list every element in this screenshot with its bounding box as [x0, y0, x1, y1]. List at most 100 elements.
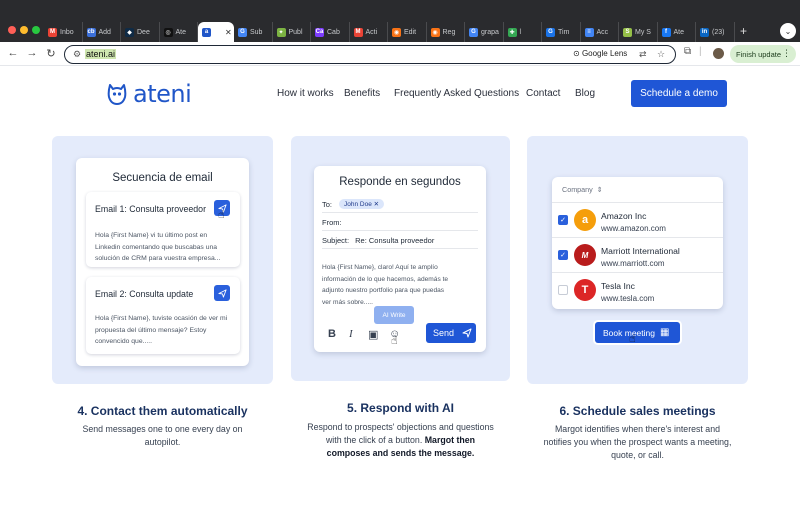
- company-website[interactable]: www.tesla.com: [601, 294, 654, 303]
- browser-tab[interactable]: ≡ Acc: [581, 22, 619, 42]
- row-checkbox-amazon[interactable]: ✓: [558, 215, 568, 225]
- company-row-tesla[interactable]: T Tesla Inc www.tesla.com: [552, 273, 723, 308]
- remove-recipient-icon[interactable]: ✕: [374, 201, 379, 208]
- url-text[interactable]: ateni.ai: [85, 49, 117, 59]
- step-6-description: Margot identifies when there's interest …: [543, 424, 732, 460]
- subject-field[interactable]: Subject: Re: Consulta proveedor: [322, 232, 478, 249]
- bold-icon[interactable]: B: [328, 328, 336, 340]
- send-button[interactable]: Send: [426, 323, 476, 343]
- browser-tab[interactable]: M Inbo: [44, 22, 83, 42]
- reply-body[interactable]: Hola {First Name}, claro! Aquí te amplío…: [322, 262, 452, 308]
- marriott-logo-icon: M: [574, 244, 596, 266]
- tab-search-button[interactable]: ⌄: [780, 23, 796, 39]
- browser-tab[interactable]: ✦ Publ: [273, 22, 311, 42]
- nav-blog[interactable]: Blog: [575, 88, 595, 99]
- browser-tab-label: Add: [98, 28, 111, 36]
- reload-button[interactable]: ↻: [44, 46, 58, 60]
- address-bar[interactable]: ⚙ ateni.ai ⊙ Google Lens ⇄ ☆: [64, 45, 676, 64]
- company-website[interactable]: www.amazon.com: [601, 224, 666, 233]
- browser-tab[interactable]: G Tim: [542, 22, 581, 42]
- back-button[interactable]: ←: [6, 46, 20, 60]
- email-step-2-body: Hola {First Name}, tuviste ocasión de ve…: [95, 315, 228, 345]
- company-header-label: Company: [562, 185, 593, 194]
- close-tab-icon[interactable]: ✕: [225, 28, 232, 37]
- finish-update-label: Finish update: [736, 49, 782, 59]
- browser-tab[interactable]: f Ate: [658, 22, 696, 42]
- browser-tab-label: Sub: [250, 28, 263, 36]
- to-field[interactable]: To: John Doe ✕: [322, 196, 478, 213]
- bookmark-star-icon[interactable]: ☆: [657, 49, 665, 60]
- browser-tab-label: (23): [712, 28, 725, 36]
- browser-tab[interactable]: a ✕: [198, 22, 234, 42]
- send-icon[interactable]: [214, 285, 230, 301]
- leaf-icon: ✦: [276, 27, 286, 37]
- send-icon: [462, 328, 472, 338]
- browser-tab[interactable]: ✚ l: [504, 22, 542, 42]
- browser-tab[interactable]: G Sub: [234, 22, 273, 42]
- browser-tab[interactable]: ◎ Ate: [160, 22, 198, 42]
- browser-tab[interactable]: in (23): [696, 22, 735, 42]
- facebook-icon: f: [661, 27, 671, 37]
- pointer-cursor-icon: ☝: [218, 209, 225, 221]
- chatgpt-icon: ◎: [163, 27, 173, 37]
- browser-tab-label: Inbo: [60, 28, 74, 36]
- email-step-2-subject: Email 2: Consulta update: [95, 289, 194, 299]
- italic-icon[interactable]: I: [349, 328, 353, 340]
- sort-icon[interactable]: ⇕: [597, 185, 603, 194]
- company-website[interactable]: www.marriott.com: [601, 259, 665, 268]
- google-lens-button[interactable]: ⊙ Google Lens: [573, 49, 627, 58]
- row-checkbox-tesla[interactable]: [558, 285, 568, 295]
- profile-avatar[interactable]: [713, 48, 724, 59]
- browser-tab-label: l: [519, 28, 522, 36]
- browser-tab[interactable]: Ca Cab: [311, 22, 350, 42]
- book-meeting-button[interactable]: Book meeting ▦: [595, 322, 680, 343]
- company-table-mock: Company ⇕ ✓ a Amazon Inc www.amazon.com …: [552, 177, 723, 309]
- close-window-button[interactable]: [8, 26, 16, 34]
- reply-composer-title: Responde en segundos: [339, 176, 461, 188]
- minimize-window-button[interactable]: [20, 26, 28, 34]
- row-checkbox-marriott[interactable]: ✓: [558, 250, 568, 260]
- site-info-icon[interactable]: ⚙: [73, 49, 81, 60]
- browser-tab[interactable]: cb Add: [83, 22, 121, 42]
- browser-tab[interactable]: M Acti: [350, 22, 388, 42]
- forward-button[interactable]: →: [25, 46, 39, 60]
- browser-tab[interactable]: Ggrapa: [465, 22, 504, 42]
- company-row-marriott[interactable]: ✓ M Marriott International www.marriott.…: [552, 238, 723, 273]
- more-menu-icon[interactable]: ⋮: [782, 48, 791, 59]
- divider: |: [699, 46, 702, 57]
- step-6-title: 6. Schedule sales meetings: [559, 404, 716, 418]
- subject-label: Subject:: [322, 235, 350, 245]
- step-4-description: Send messages one to one every day on au…: [82, 424, 243, 447]
- step-5-description: Respond to prospects' objections and que…: [306, 421, 495, 460]
- ai-write-button[interactable]: AI Write: [374, 306, 414, 324]
- company-row-amazon[interactable]: ✓ a Amazon Inc www.amazon.com: [552, 203, 723, 238]
- nav-how-it-works[interactable]: How it works: [277, 88, 334, 99]
- browser-tab[interactable]: ◉ Reg: [427, 22, 465, 42]
- browser-tab-label: Acti: [365, 28, 378, 36]
- browser-tab-label: Reg: [442, 28, 456, 36]
- finish-update-button[interactable]: Finish update ⋮: [730, 45, 796, 63]
- from-field[interactable]: From:: [322, 214, 478, 231]
- maximize-window-button[interactable]: [32, 26, 40, 34]
- browser-tab[interactable]: ◆ Dee: [121, 22, 160, 42]
- new-tab-button[interactable]: +: [740, 24, 747, 38]
- email-sequence-mock: Secuencia de email Email 1: Consulta pro…: [76, 158, 249, 366]
- nav-faq[interactable]: Frequently Asked Questions: [394, 88, 519, 99]
- browser-tab-label: Publ: [288, 28, 303, 36]
- nav-contact[interactable]: Contact: [526, 88, 560, 99]
- image-icon[interactable]: ▣: [368, 328, 378, 341]
- browser-tab[interactable]: ◉ Edit: [388, 22, 427, 42]
- calendar-icon: G: [546, 27, 555, 37]
- schedule-demo-button[interactable]: Schedule a demo: [631, 80, 727, 107]
- browser-tab-bar: M Inbo cb Add ◆ Dee ◎ Ate a ✕ G Sub ✦ Publ Ca Cab M Acti ◉…: [0, 0, 800, 42]
- site-logo[interactable]: ateni: [107, 80, 192, 108]
- translate-icon[interactable]: ⇄: [639, 49, 647, 60]
- recipient-chip[interactable]: John Doe ✕: [339, 199, 385, 209]
- company-column-header[interactable]: Company ⇕: [552, 177, 723, 203]
- feature-card-schedule: Company ⇕ ✓ a Amazon Inc www.amazon.com …: [527, 136, 748, 384]
- browser-tab[interactable]: S My S: [619, 22, 658, 42]
- extensions-icon[interactable]: ⧉: [684, 46, 691, 57]
- subject-value: Re: Consulta proveedor: [355, 235, 435, 245]
- browser-tab-label: Acc: [596, 28, 609, 36]
- nav-benefits[interactable]: Benefits: [344, 88, 380, 99]
